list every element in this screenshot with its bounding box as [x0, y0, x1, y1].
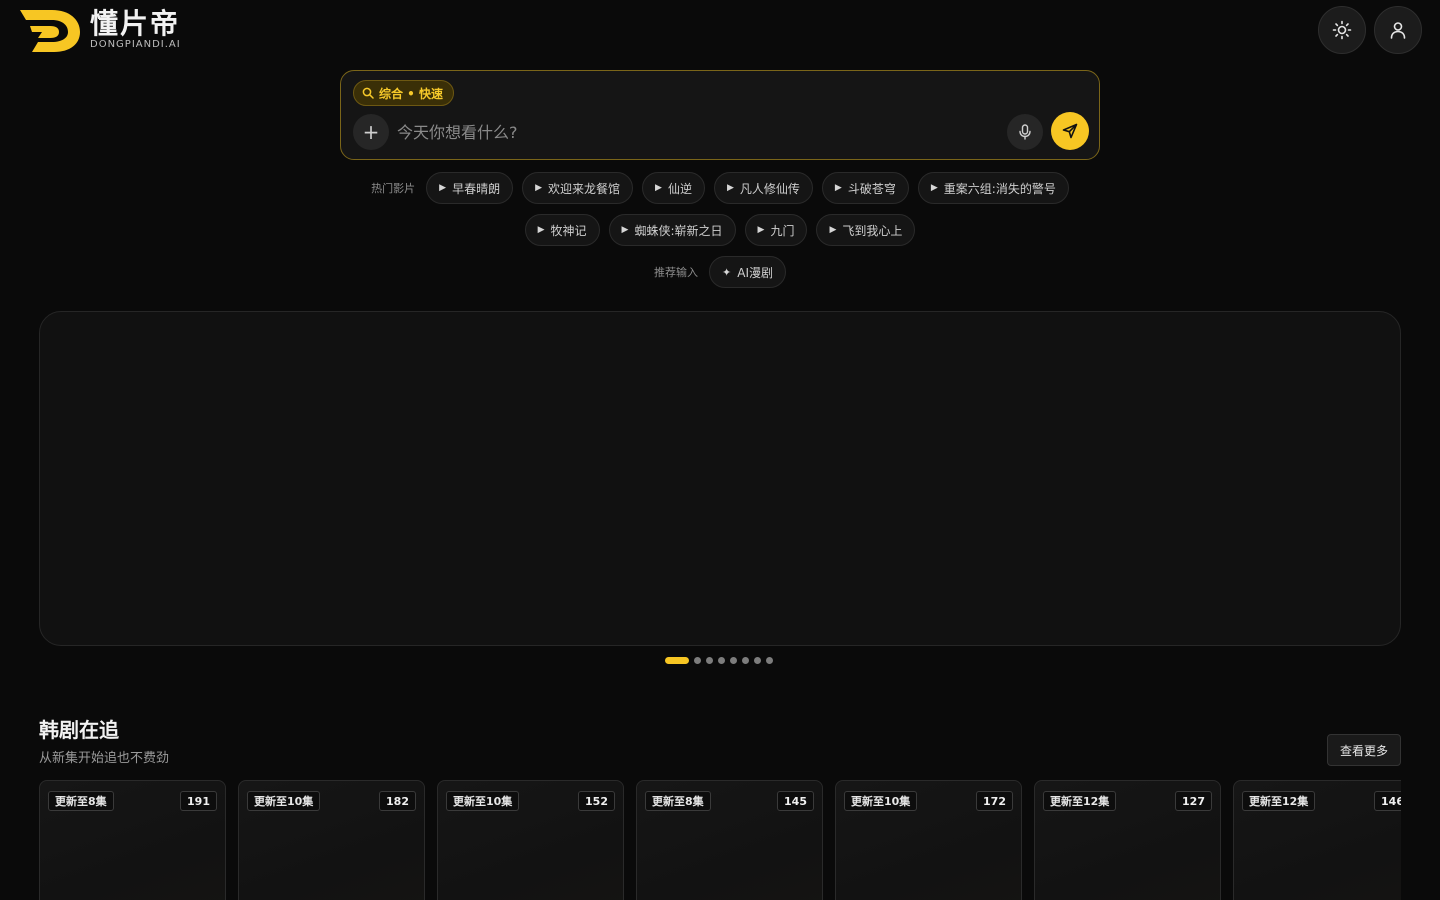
play-icon: ▶ — [834, 183, 842, 193]
chip-label: 欢迎来龙餐馆 — [548, 181, 621, 196]
drama-card[interactable]: 更新至10集 172 — [835, 780, 1022, 900]
chip-label: 重案六组:消失的警号 — [943, 181, 1056, 196]
update-badge: 更新至12集 — [1242, 791, 1316, 811]
hot-movie-chip[interactable]: ▶ 凡人修仙传 — [713, 172, 813, 204]
count-badge: 191 — [180, 791, 217, 811]
update-badge: 更新至8集 — [645, 791, 711, 811]
update-badge: 更新至10集 — [844, 791, 918, 811]
hot-movie-chip[interactable]: ▶ 仙逆 — [642, 172, 705, 204]
attach-button[interactable]: + — [353, 114, 389, 150]
play-icon: ▶ — [930, 183, 938, 193]
update-badge: 更新至8集 — [48, 791, 114, 811]
send-icon — [1062, 123, 1078, 139]
logo-mark-icon — [20, 10, 80, 52]
recommend-label: 推荐输入 — [654, 266, 699, 279]
hot-movie-chip[interactable]: ▶ 重案六组:消失的警号 — [917, 172, 1069, 204]
sun-icon — [1332, 20, 1352, 40]
logo-name: 懂片帝 — [90, 7, 181, 40]
chip-label: 九门 — [770, 223, 795, 238]
carousel-dot[interactable] — [730, 657, 737, 664]
carousel-dot[interactable] — [766, 657, 773, 664]
play-icon: ▶ — [621, 225, 629, 235]
hot-movies-row-2: ▶ 牧神记 ▶ 蜘蛛侠:崭新之日 ▶ 九门 ▶ 飞到我心上 — [0, 214, 1440, 246]
section-subtitle: 从新集开始追也不费劲 — [39, 751, 170, 766]
drama-card[interactable]: 更新至12集 146 — [1233, 780, 1401, 900]
carousel-dot[interactable] — [754, 657, 761, 664]
update-badge: 更新至12集 — [1043, 791, 1117, 811]
hot-movie-chip[interactable]: ▶ 斗破苍穹 — [821, 172, 909, 204]
theme-toggle-button[interactable] — [1318, 6, 1366, 54]
hot-movie-chip[interactable]: ▶ 九门 — [744, 214, 808, 246]
chip-label: 仙逆 — [667, 181, 692, 196]
drama-card[interactable]: 更新至10集 182 — [238, 780, 425, 900]
count-badge: 146 — [1374, 791, 1401, 811]
voice-input-button[interactable] — [1007, 114, 1043, 150]
play-icon: ▶ — [829, 225, 837, 235]
play-icon: ▶ — [535, 183, 543, 193]
brand-logo[interactable]: 懂片帝 DONGPIANDI.AI — [18, 6, 181, 54]
chip-label: 牧神记 — [550, 223, 587, 238]
hot-movie-chip[interactable]: ▶ 飞到我心上 — [816, 214, 916, 246]
hot-movies-label: 热门影片 — [371, 182, 416, 195]
search-icon — [362, 87, 374, 99]
recommend-row: 推荐输入 ✦ AI漫剧 — [0, 256, 1440, 288]
section-title: 韩剧在追 — [39, 718, 119, 742]
search-mode-chip[interactable]: 综合 • 快速 — [353, 80, 455, 106]
chip-label: 斗破苍穹 — [847, 181, 896, 196]
hot-movie-chip[interactable]: ▶ 早春晴朗 — [426, 172, 514, 204]
hot-movie-chip[interactable]: ▶ 蜘蛛侠:崭新之日 — [608, 214, 736, 246]
logo-text: 懂片帝 DONGPIANDI.AI — [90, 9, 181, 51]
chip-label: 飞到我心上 — [842, 223, 903, 238]
view-more-button[interactable]: 查看更多 — [1327, 734, 1401, 766]
user-profile-button[interactable] — [1374, 6, 1422, 54]
drama-card[interactable]: 更新至12集 127 — [1034, 780, 1221, 900]
carousel-dot[interactable] — [706, 657, 713, 664]
play-icon: ▶ — [726, 183, 734, 193]
chip-label: 早春晴朗 — [452, 181, 501, 196]
count-badge: 145 — [777, 791, 814, 811]
update-badge: 更新至10集 — [446, 791, 520, 811]
carousel-dot[interactable] — [718, 657, 725, 664]
drama-card-list: 更新至8集 191 更新至10集 182 更新至10集 152 更新至8集 14… — [0, 780, 1401, 900]
carousel-dot[interactable] — [694, 657, 701, 664]
count-badge: 172 — [976, 791, 1013, 811]
play-icon: ▶ — [537, 225, 545, 235]
logo-domain: DONGPIANDI.AI — [90, 39, 181, 50]
search-mode-label: 综合 • 快速 — [379, 86, 444, 101]
count-badge: 127 — [1175, 791, 1212, 811]
hero-carousel[interactable] — [39, 311, 1401, 646]
count-badge: 152 — [578, 791, 615, 811]
carousel-dot[interactable] — [665, 657, 689, 664]
drama-card[interactable]: 更新至8集 145 — [636, 780, 823, 900]
page: 懂片帝 DONGPIANDI.AI 综合 • 快速 + 今天你想看什么? 热门影… — [0, 0, 1440, 900]
search-input[interactable] — [397, 115, 997, 149]
hot-movies-row-1: 热门影片 ▶ 早春晴朗 ▶ 欢迎来龙餐馆 ▶ 仙逆 ▶ 凡人修仙传 ▶ 斗破苍穹 ▶ 重案六… — [0, 172, 1440, 204]
chip-label: 蜘蛛侠:崭新之日 — [634, 223, 723, 238]
count-badge: 182 — [379, 791, 416, 811]
hot-movie-chip[interactable]: ▶ 欢迎来龙餐馆 — [522, 172, 634, 204]
drama-card[interactable]: 更新至8集 191 — [39, 780, 226, 900]
play-icon: ▶ — [655, 183, 662, 193]
sparkle-icon: ✦ — [722, 265, 732, 279]
play-icon: ▶ — [439, 183, 447, 193]
recommend-chip[interactable]: ✦ AI漫剧 — [709, 256, 786, 288]
microphone-icon — [1019, 124, 1031, 140]
carousel-dot[interactable] — [742, 657, 749, 664]
plus-icon: + — [362, 120, 380, 144]
hot-movie-chip[interactable]: ▶ 牧神记 — [524, 214, 600, 246]
drama-card[interactable]: 更新至10集 152 — [437, 780, 624, 900]
chip-label: 凡人修仙传 — [739, 181, 800, 196]
search-panel: 综合 • 快速 + — [340, 70, 1100, 160]
update-badge: 更新至10集 — [247, 791, 321, 811]
user-icon — [1390, 22, 1406, 39]
chip-label: AI漫剧 — [737, 265, 773, 280]
send-button[interactable] — [1051, 112, 1089, 150]
play-icon: ▶ — [757, 225, 765, 235]
carousel-indicators — [665, 657, 773, 664]
